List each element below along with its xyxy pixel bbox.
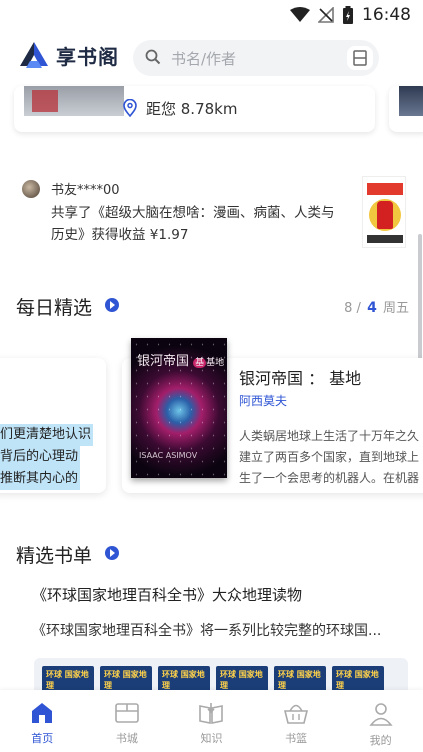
app-header: 享书阁 书名/作者 <box>0 36 423 80</box>
nav-label: 我的 <box>369 734 392 747</box>
shared-book-cover[interactable] <box>362 176 406 248</box>
home-icon <box>32 703 53 723</box>
pager-total: 8 / <box>344 301 361 316</box>
profile-icon <box>369 703 393 726</box>
battery-icon <box>343 6 353 24</box>
prev-card-line: 推断其内心的 <box>0 468 81 490</box>
scan-icon[interactable] <box>347 46 373 70</box>
booklist-more-icon[interactable] <box>105 546 119 560</box>
share-description: 共享了《超级大脑在想啥：漫画、病菌、人类与历史》获得收益 ¥1.97 <box>51 205 335 243</box>
status-icons: 16:48 <box>290 5 411 25</box>
book-title[interactable]: 银河帝国 ： 基地 <box>239 365 361 389</box>
book-description: 人类蜗居地球上生活了十万年之久 建立了两百多个国家，直到地球上 生了一个会思考的… <box>239 429 420 485</box>
daily-picks-title: 每日精选 <box>16 297 93 319</box>
bottom-nav: 首页 书城 知识 书篮 我的 <box>0 690 423 752</box>
knowledge-icon <box>199 703 224 724</box>
no-signal-icon <box>318 7 334 23</box>
daily-picks-more-icon[interactable] <box>105 298 119 312</box>
daily-pager: 8 / 4 周五 <box>344 297 409 316</box>
daily-pick-card-prev[interactable]: 们更清楚地认识 背后的心理动 推断其内心的 <box>0 358 106 493</box>
nav-knowledge[interactable]: 知识 <box>169 690 254 752</box>
nav-label: 首页 <box>31 732 54 745</box>
nearby-store-card-next[interactable] <box>389 86 423 132</box>
book-author[interactable]: 阿西莫夫 <box>239 392 287 409</box>
nav-basket[interactable]: 书篮 <box>254 690 339 752</box>
search-icon <box>145 49 161 65</box>
cover-author: ISAAC ASIMOV <box>139 451 198 460</box>
cover-title: 银河帝国 基基地 <box>137 354 225 369</box>
status-time: 16:48 <box>362 5 411 25</box>
share-username: 书友****00 <box>51 183 120 198</box>
avatar <box>22 180 40 198</box>
search-input[interactable]: 书名/作者 <box>133 40 379 76</box>
status-bar: 16:48 <box>0 0 423 32</box>
booklist-description: 《环球国家地理百科全书》将一系列比较完整的环球国... <box>32 623 382 639</box>
nav-bookstore[interactable]: 书城 <box>85 690 170 752</box>
prev-card-line: 背后的心理动 <box>0 446 81 468</box>
nav-label: 书篮 <box>285 732 308 745</box>
nav-label: 书城 <box>115 732 138 745</box>
pager-current: 4 <box>367 300 377 316</box>
store-photo-next <box>399 86 423 116</box>
bookstore-icon <box>115 703 139 723</box>
booklist-name[interactable]: 《环球国家地理百科全书》大众地理读物 <box>32 584 302 605</box>
prev-card-line: 们更清楚地认识 <box>0 424 94 446</box>
pager-weekday: 周五 <box>382 301 409 316</box>
basket-icon <box>284 704 309 724</box>
nav-home[interactable]: 首页 <box>0 690 85 752</box>
nav-profile[interactable]: 我的 <box>338 690 423 752</box>
search-placeholder: 书名/作者 <box>171 50 237 68</box>
wifi-icon <box>290 7 310 22</box>
nav-label: 知识 <box>200 732 223 745</box>
logo-mark-icon <box>20 42 48 68</box>
booklist-title: 精选书单 <box>16 545 93 567</box>
store-photo <box>24 86 124 116</box>
nearby-store-card[interactable]: 距您 8.78km <box>14 86 375 132</box>
store-distance: 距您 8.78km <box>146 100 238 118</box>
logo-text: 享书阁 <box>56 44 119 69</box>
location-pin-icon <box>123 99 137 117</box>
book-cover[interactable]: 银河帝国 基基地 ISAAC ASIMOV <box>131 338 227 478</box>
share-activity-item[interactable]: 书友****00 共享了《超级大脑在想啥：漫画、病菌、人类与历史》获得收益 ¥1… <box>0 172 423 252</box>
app-logo[interactable]: 享书阁 <box>18 40 119 70</box>
